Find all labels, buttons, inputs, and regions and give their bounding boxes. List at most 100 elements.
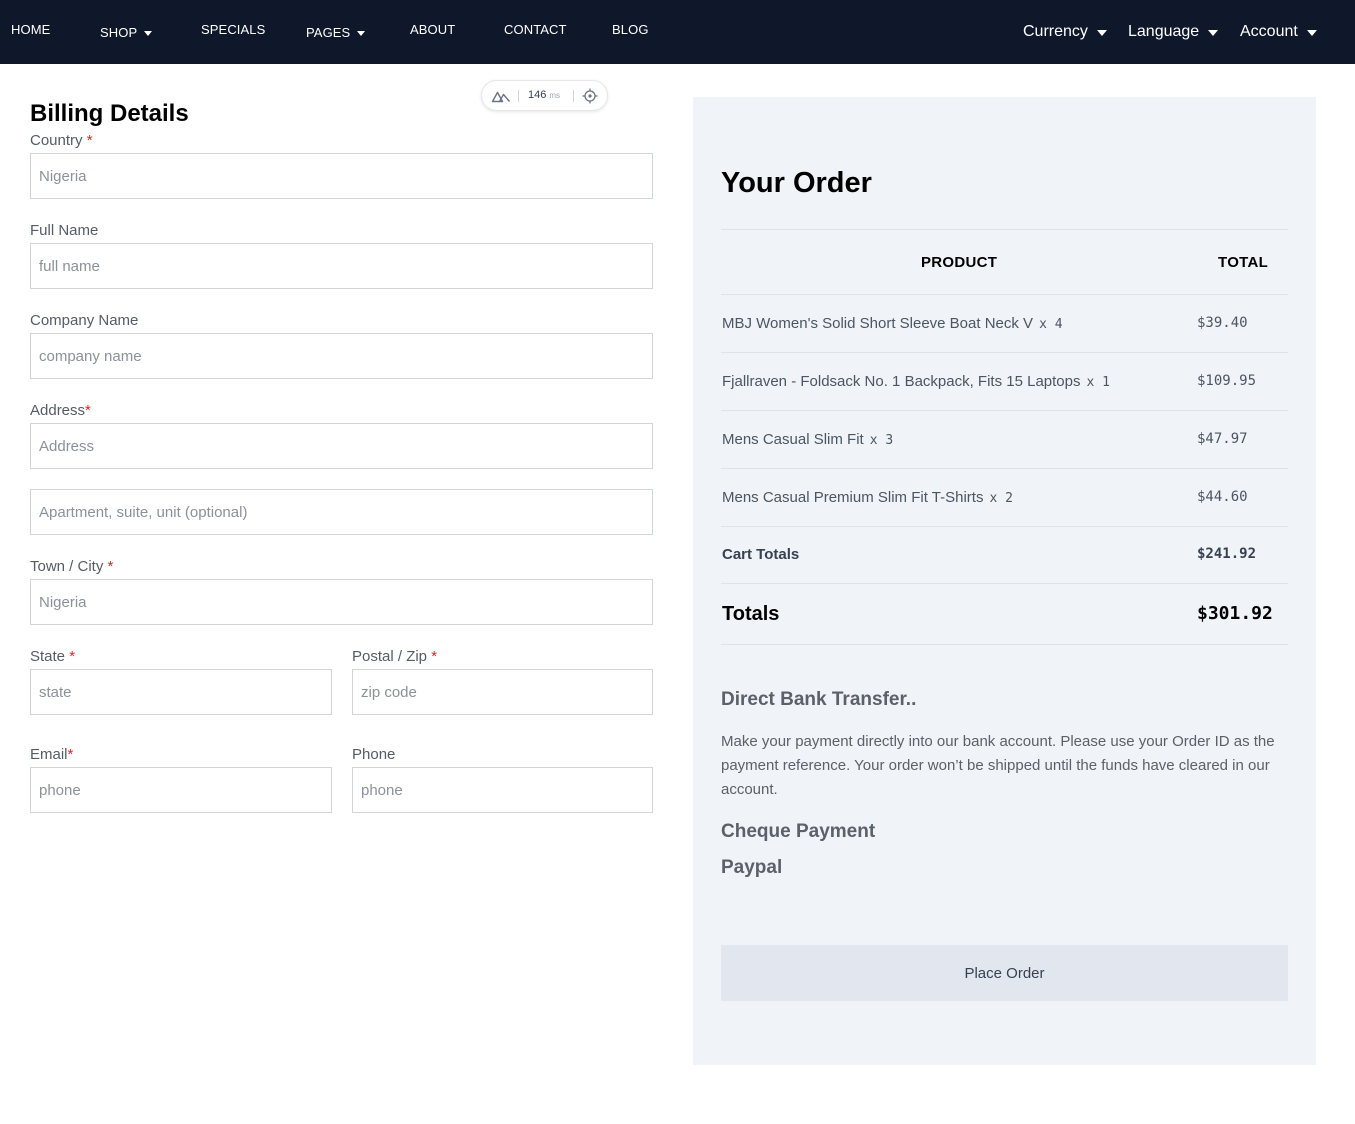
product-name: Fjallraven - Foldsack No. 1 Backpack, Fi… (722, 373, 1081, 390)
caret-down-icon (144, 31, 153, 36)
required-mark: * (86, 132, 93, 149)
product-quantity: x 2 (989, 491, 1013, 506)
divider (721, 410, 1288, 411)
order-item-name: Mens Casual Premium Slim Fit T-Shirts x 2 (722, 489, 1013, 506)
full-name-input[interactable] (30, 243, 653, 289)
divider (721, 229, 1288, 230)
country-input[interactable] (30, 153, 653, 199)
postal-zip-input[interactable] (352, 669, 653, 715)
payment-option-cheque[interactable]: Cheque Payment (721, 821, 875, 843)
nav-specials-label: SPECIALS (201, 22, 266, 37)
product-quantity: x 4 (1039, 317, 1063, 332)
language-dropdown[interactable]: Language (1128, 23, 1219, 41)
order-item-name: Mens Casual Slim Fit x 3 (722, 431, 893, 448)
town-city-label: Town / City * (30, 558, 113, 575)
required-mark: * (85, 402, 91, 419)
required-mark: * (67, 746, 74, 763)
caret-down-icon (357, 31, 366, 36)
total-column-header: TOTAL (1218, 254, 1269, 271)
caret-down-icon (1208, 30, 1219, 36)
your-order-heading: Your Order (721, 167, 872, 199)
nav-pages-label: PAGES (306, 25, 351, 40)
nav-home-link[interactable]: HOME (11, 22, 50, 37)
email-input[interactable] (30, 767, 332, 813)
country-label-text: Country (30, 132, 83, 149)
caret-down-icon (1306, 30, 1317, 36)
nav-contact-link[interactable]: CONTACT (504, 22, 567, 37)
phone-label: Phone (352, 746, 396, 763)
order-item-price: $109.95 (1197, 373, 1257, 389)
nav-shop-label: SHOP (100, 25, 138, 40)
crosshair-icon[interactable] (582, 88, 598, 107)
order-item-name: MBJ Women's Solid Short Sleeve Boat Neck… (722, 315, 1063, 332)
order-item-name: Fjallraven - Foldsack No. 1 Backpack, Fi… (722, 373, 1110, 390)
phone-input[interactable] (352, 767, 653, 813)
bank-transfer-description: Make your payment directly into our bank… (721, 733, 1275, 798)
nav-blog-link[interactable]: BLOG (612, 22, 649, 37)
currency-dropdown[interactable]: Currency (1023, 23, 1107, 41)
order-item-price: $47.97 (1197, 431, 1248, 447)
place-order-button[interactable]: Place Order (721, 945, 1288, 1001)
product-name: MBJ Women's Solid Short Sleeve Boat Neck… (722, 315, 1034, 332)
nav-pages-menu[interactable]: PAGES (306, 25, 366, 40)
company-name-label: Company Name (30, 312, 139, 329)
postal-zip-label-text: Postal / Zip (352, 648, 428, 665)
state-label: State * (30, 648, 75, 665)
account-label: Account (1240, 23, 1298, 40)
company-name-input[interactable] (30, 333, 653, 379)
divider (721, 352, 1288, 353)
town-city-label-text: Town / City (30, 558, 104, 575)
currency-label: Currency (1023, 23, 1088, 40)
required-mark: * (431, 648, 438, 665)
nav-about-label: ABOUT (410, 22, 456, 37)
render-timing: 146 ms (528, 89, 560, 101)
account-dropdown[interactable]: Account (1240, 23, 1317, 41)
order-item-price: $44.60 (1197, 489, 1248, 505)
product-column-header: PRODUCT (921, 254, 998, 271)
order-summary-panel (693, 97, 1316, 1065)
nav-about-link[interactable]: ABOUT (410, 22, 455, 37)
product-quantity: x 1 (1086, 375, 1110, 390)
caret-down-icon (1096, 30, 1107, 36)
nav-blog-label: BLOG (612, 22, 649, 37)
divider (721, 526, 1288, 527)
cart-totals-value: $241.92 (1197, 546, 1257, 562)
divider (721, 468, 1288, 469)
full-name-label: Full Name (30, 222, 99, 239)
address-input[interactable] (30, 423, 653, 469)
address-label-text: Address (30, 402, 86, 419)
required-mark: * (69, 648, 76, 665)
timing-value: 146 (528, 89, 547, 101)
totals-value: $301.92 (1197, 603, 1273, 624)
top-navbar: HOME SHOP SPECIALS PAGES ABOUT CONTACT B… (0, 0, 1355, 64)
language-label: Language (1128, 23, 1200, 40)
nav-home-label: HOME (11, 22, 51, 37)
nuxt-logo-icon[interactable] (491, 88, 511, 107)
billing-details-heading: Billing Details (30, 100, 189, 127)
totals-label: Totals (722, 603, 780, 625)
town-city-input[interactable] (30, 579, 653, 625)
email-label-text: Email (30, 746, 68, 763)
nav-shop-menu[interactable]: SHOP (100, 25, 153, 40)
postal-zip-label: Postal / Zip * (352, 648, 437, 665)
devtools-badge[interactable]: 146 ms (481, 80, 608, 111)
state-input[interactable] (30, 669, 332, 715)
nav-contact-label: CONTACT (504, 22, 567, 37)
timing-unit: ms (549, 91, 561, 100)
product-name: Mens Casual Premium Slim Fit T-Shirts (722, 489, 984, 506)
payment-option-bank-transfer[interactable]: Direct Bank Transfer.. (721, 689, 916, 711)
divider (721, 644, 1288, 645)
address-label: Address* (30, 402, 91, 419)
nav-specials-link[interactable]: SPECIALS (201, 22, 265, 37)
divider (721, 583, 1288, 584)
address-line2-input[interactable] (30, 489, 653, 535)
cart-totals-label: Cart Totals (722, 546, 800, 563)
state-label-text: State (30, 648, 66, 665)
product-name: Mens Casual Slim Fit (722, 431, 864, 448)
required-mark: * (107, 558, 114, 575)
payment-option-paypal[interactable]: Paypal (721, 857, 782, 879)
email-label: Email* (30, 746, 73, 763)
product-quantity: x 3 (869, 433, 894, 448)
country-label: Country * (30, 132, 93, 149)
order-item-price: $39.40 (1197, 315, 1248, 331)
